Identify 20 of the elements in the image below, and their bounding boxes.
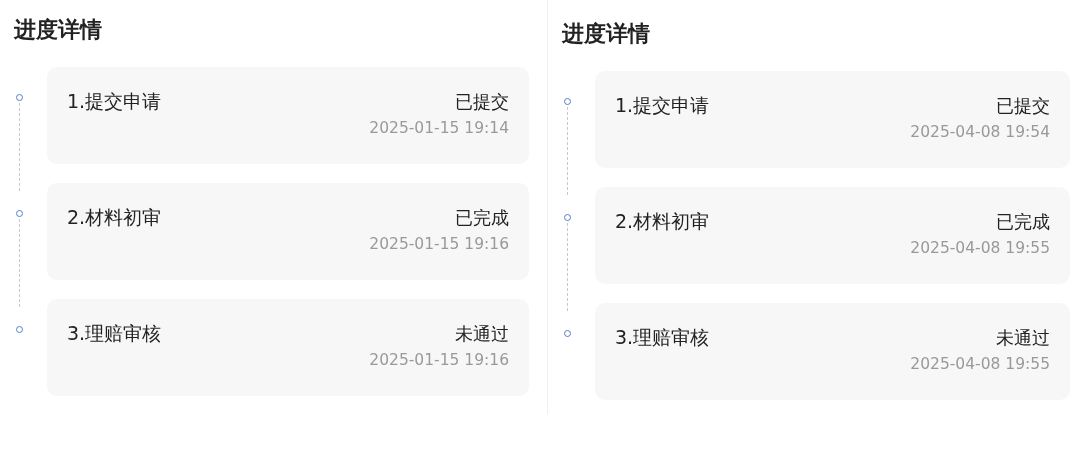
- step-status: 已提交: [996, 93, 1050, 118]
- step-time: 2025-01-15 19:16: [369, 351, 509, 369]
- step-status: 未通过: [455, 321, 509, 346]
- step-label: 2.材料初审: [67, 204, 162, 230]
- step-status: 已完成: [996, 209, 1050, 234]
- step-label: 1.提交申请: [615, 92, 710, 118]
- step-label: 3.理赔审核: [615, 324, 710, 350]
- section-title: 进度详情: [562, 20, 651, 48]
- step-time: 2025-04-08 19:55: [910, 239, 1050, 257]
- step-label: 2.材料初审: [615, 208, 710, 234]
- step-time: 2025-01-15 19:16: [369, 235, 509, 253]
- step-status: 已提交: [455, 89, 509, 114]
- step-label: 1.提交申请: [67, 88, 162, 114]
- section-title: 进度详情: [14, 16, 103, 44]
- step-status: 已完成: [455, 205, 509, 230]
- step-label: 3.理赔审核: [67, 320, 162, 346]
- step-status: 未通过: [996, 325, 1050, 350]
- step-time: 2025-04-08 19:55: [910, 355, 1050, 373]
- step-time: 2025-01-15 19:14: [369, 119, 509, 137]
- step-time: 2025-04-08 19:54: [910, 123, 1050, 141]
